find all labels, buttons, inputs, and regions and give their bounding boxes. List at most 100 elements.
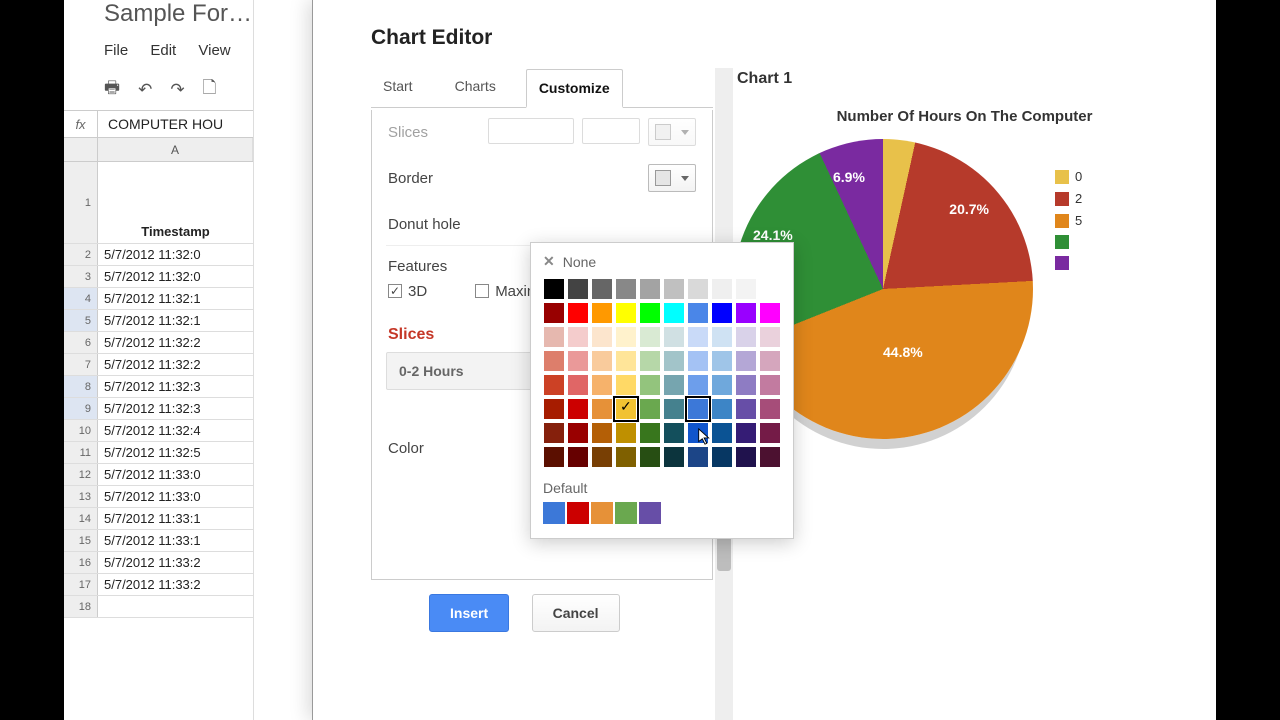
menu-edit[interactable]: Edit [150,42,176,59]
default-color-swatch[interactable] [639,502,661,524]
color-swatch[interactable] [591,350,613,372]
color-swatch[interactable] [615,302,637,324]
color-swatch[interactable] [687,398,709,420]
color-swatch[interactable] [735,422,757,444]
color-swatch[interactable] [591,374,613,396]
color-swatch[interactable] [639,278,661,300]
color-swatch[interactable] [639,374,661,396]
color-swatch[interactable] [591,278,613,300]
border-color-button[interactable] [648,164,696,192]
color-swatch[interactable] [543,446,565,468]
color-swatch[interactable] [759,398,781,420]
color-swatch[interactable] [543,302,565,324]
color-swatch[interactable] [687,302,709,324]
color-swatch[interactable] [639,326,661,348]
slice-label-mode-select[interactable] [488,118,574,144]
color-swatch[interactable] [639,398,661,420]
color-swatch[interactable] [687,446,709,468]
color-swatch[interactable] [759,374,781,396]
color-swatch[interactable] [759,446,781,468]
table-row[interactable]: 85/7/2012 11:32:3 [64,376,253,398]
color-swatch[interactable] [711,446,733,468]
color-swatch[interactable] [735,374,757,396]
color-swatch[interactable] [615,350,637,372]
table-row[interactable]: 105/7/2012 11:32:4 [64,420,253,442]
row-header-corner[interactable] [64,138,98,161]
insert-button[interactable]: Insert [429,594,509,632]
color-swatch[interactable] [567,350,589,372]
print-icon[interactable]: 🖶 [104,75,120,104]
color-swatch[interactable] [639,422,661,444]
color-swatch[interactable] [543,398,565,420]
color-swatch[interactable] [663,278,685,300]
slice-font-size-select[interactable] [582,118,640,144]
color-swatch[interactable] [615,374,637,396]
color-swatch[interactable] [735,326,757,348]
undo-icon[interactable]: ↶ [138,80,152,100]
color-swatch[interactable] [543,278,565,300]
paint-format-icon[interactable]: 🗋 [203,75,217,104]
color-swatch[interactable] [567,446,589,468]
color-swatch[interactable] [567,326,589,348]
default-color-swatch[interactable] [591,502,613,524]
color-swatch[interactable] [615,446,637,468]
table-row[interactable]: 65/7/2012 11:32:2 [64,332,253,354]
color-swatch[interactable] [711,326,733,348]
color-swatch[interactable] [567,422,589,444]
color-swatch[interactable] [711,350,733,372]
color-swatch[interactable] [663,350,685,372]
color-swatch[interactable] [663,374,685,396]
color-swatch[interactable] [663,398,685,420]
tab-charts[interactable]: Charts [443,68,508,107]
color-swatch[interactable] [735,398,757,420]
color-swatch[interactable] [687,350,709,372]
color-swatch[interactable] [759,278,781,300]
table-row[interactable]: 25/7/2012 11:32:0 [64,244,253,266]
color-swatch[interactable] [591,446,613,468]
color-swatch[interactable] [591,398,613,420]
color-none-option[interactable]: ✕ None [543,253,781,278]
table-row[interactable]: 45/7/2012 11:32:1 [64,288,253,310]
color-swatch[interactable] [687,422,709,444]
table-row[interactable]: 155/7/2012 11:33:1 [64,530,253,552]
color-swatch[interactable] [711,422,733,444]
color-swatch[interactable] [735,350,757,372]
color-swatch[interactable] [639,350,661,372]
color-swatch[interactable] [759,422,781,444]
color-swatch[interactable] [735,446,757,468]
color-swatch[interactable] [711,374,733,396]
color-swatch[interactable] [759,350,781,372]
table-row[interactable]: 75/7/2012 11:32:2 [64,354,253,376]
color-swatch[interactable] [567,374,589,396]
color-swatch[interactable] [759,302,781,324]
color-swatch[interactable] [711,398,733,420]
color-swatch[interactable] [687,374,709,396]
default-color-swatch[interactable] [567,502,589,524]
color-swatch[interactable] [735,278,757,300]
color-swatch[interactable] [543,326,565,348]
color-swatch[interactable] [639,446,661,468]
table-row[interactable]: 165/7/2012 11:33:2 [64,552,253,574]
menu-view[interactable]: View [198,42,230,59]
color-swatch[interactable] [543,422,565,444]
color-swatch[interactable] [591,422,613,444]
redo-icon[interactable]: ↷ [170,80,184,100]
table-row[interactable]: 135/7/2012 11:33:0 [64,486,253,508]
menu-file[interactable]: File [104,42,128,59]
color-swatch[interactable] [687,326,709,348]
color-swatch[interactable] [543,350,565,372]
color-swatch[interactable] [663,446,685,468]
color-swatch[interactable] [543,374,565,396]
column-header-a[interactable]: A [98,138,253,161]
table-row[interactable]: 18 [64,596,253,618]
table-row[interactable]: 35/7/2012 11:32:0 [64,266,253,288]
default-color-swatch[interactable] [543,502,565,524]
table-row[interactable]: 95/7/2012 11:32:3 [64,398,253,420]
table-row[interactable]: 145/7/2012 11:33:1 [64,508,253,530]
default-color-swatch[interactable] [615,502,637,524]
color-swatch[interactable] [711,278,733,300]
color-swatch[interactable] [567,302,589,324]
color-swatch[interactable] [567,398,589,420]
color-swatch[interactable] [615,326,637,348]
table-row[interactable]: 115/7/2012 11:32:5 [64,442,253,464]
